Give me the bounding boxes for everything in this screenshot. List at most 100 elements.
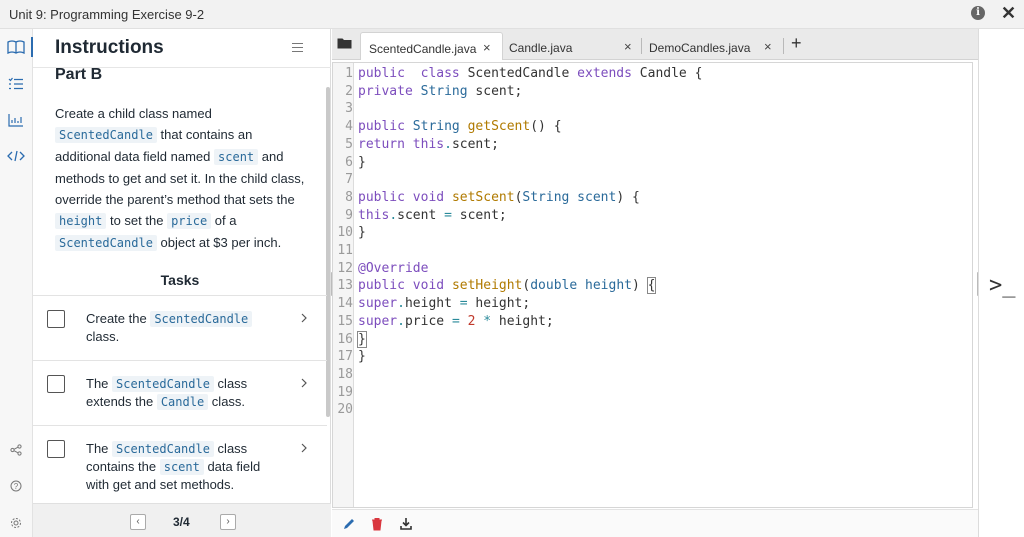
code-line[interactable]: } (358, 348, 366, 366)
code-token: } (358, 225, 366, 241)
tab-scentedcandle[interactable]: ScentedCandle.java × (360, 32, 503, 60)
inline-code: Candle (156, 394, 209, 410)
line-number: 3 (345, 101, 353, 117)
close-tab-icon[interactable]: × (764, 39, 772, 54)
console-panel: >_ (978, 29, 1024, 537)
task-checkbox[interactable] (47, 310, 65, 328)
checklist-icon[interactable] (7, 75, 25, 93)
code-line[interactable]: public void setScent(String scent) { (358, 189, 640, 207)
code-token: class (420, 66, 460, 81)
code-line[interactable]: } (358, 224, 366, 242)
inline-code: scent (214, 149, 259, 165)
line-number: 11 (337, 243, 353, 258)
task-checkbox[interactable] (47, 440, 65, 458)
line-number-gutter: 1 2 3 4 5 6 7 8 9 10 11 12 13 14 15 16 17 18 19 20 (333, 63, 354, 507)
text-run: The (86, 376, 113, 391)
inline-code: ScentedCandle (55, 127, 157, 143)
chevron-right-icon[interactable] (299, 313, 309, 323)
code-token: public (358, 119, 405, 135)
inline-code: ScentedCandle (150, 311, 253, 327)
task-checkbox[interactable] (47, 375, 65, 393)
line-number: 17 (337, 349, 353, 365)
window-title: Unit 9: Programming Exercise 9-2 (9, 7, 205, 22)
code-line[interactable]: public void setHeight(double height) { (358, 277, 657, 295)
task-item[interactable]: The ScentedCandle class contains the sce… (33, 425, 327, 503)
code-token: double (530, 278, 578, 294)
code-token: void (404, 278, 445, 294)
code-token: super (358, 313, 398, 329)
editor-toolbar (332, 509, 978, 537)
code-token: getScent (467, 119, 531, 135)
code-token: scent; (467, 83, 523, 99)
code-token: } (358, 349, 366, 365)
line-number: 20 (337, 402, 353, 418)
code-token: void (404, 189, 445, 205)
page-indicator: 3/4 (173, 515, 190, 529)
folder-icon[interactable] (337, 37, 352, 49)
chart-icon[interactable] (7, 111, 25, 129)
tab-democandles[interactable]: DemoCandles.java × (641, 32, 784, 60)
info-icon[interactable]: i (971, 6, 985, 20)
text-run: class. (86, 329, 120, 344)
code-token: extends (577, 66, 632, 81)
next-page-button[interactable]: › (220, 514, 236, 530)
code-line[interactable]: } (358, 154, 366, 172)
inline-code: ScentedCandle (112, 376, 214, 392)
line-number: 5 (345, 136, 353, 152)
code-editor[interactable]: 1 2 3 4 5 6 7 8 9 10 11 12 13 14 15 16 17 18 19 20 public c… (332, 62, 973, 508)
code-token: super (358, 296, 398, 312)
line-number: 6 (345, 154, 353, 170)
pencil-icon[interactable] (342, 517, 356, 531)
code-line[interactable]: @Override (358, 260, 428, 278)
instructions-text: Create a child class named ScentedCandle… (55, 103, 305, 254)
code-line[interactable]: public String getScent() { (358, 118, 562, 136)
prev-page-button[interactable]: ‹ (130, 514, 146, 530)
trash-icon[interactable] (370, 517, 384, 531)
tab-bar: ScentedCandle.java × Candle.java × DemoC… (332, 29, 978, 60)
code-token: * (483, 313, 492, 329)
code-line[interactable]: private String scent; (358, 83, 522, 101)
code-line[interactable]: this.scent = scent; (358, 207, 507, 225)
code-icon[interactable] (7, 147, 25, 165)
text-run: object at $3 per inch. (156, 235, 282, 250)
download-icon[interactable] (399, 517, 413, 531)
line-number: 1 (345, 66, 353, 81)
book-icon[interactable] (7, 38, 25, 56)
tab-label: Candle.java (509, 41, 573, 55)
left-rail: ? (0, 29, 33, 537)
code-token: price (404, 313, 452, 329)
close-tab-icon[interactable]: × (624, 39, 632, 54)
code-line[interactable]: super.height = height; (358, 295, 530, 313)
hamburger-menu-icon[interactable] (292, 43, 303, 52)
code-token: public (358, 66, 405, 81)
chevron-right-icon[interactable] (299, 443, 309, 453)
settings-icon[interactable] (7, 514, 25, 532)
code-line[interactable]: return this.scent; (358, 136, 499, 154)
instructions-panel: Instructions Part B Create a child class… (33, 29, 331, 537)
code-line[interactable]: } (357, 330, 367, 349)
console-prompt-icon[interactable]: >_ (989, 273, 1016, 298)
title-bar: Unit 9: Programming Exercise 9-2 i ✕ (0, 0, 1024, 29)
close-icon[interactable]: ✕ (1001, 3, 1016, 24)
code-line[interactable]: super.price = 2 * height; (358, 313, 554, 331)
line-number: 8 (345, 189, 353, 205)
task-text: The ScentedCandle class contains the sce… (86, 440, 276, 494)
tab-candle[interactable]: Candle.java × (501, 32, 642, 60)
share-icon[interactable] (7, 441, 25, 459)
close-tab-icon[interactable]: × (483, 40, 491, 55)
line-number: 13 (337, 278, 353, 294)
code-line[interactable]: public class ScentedCandle extends Candl… (358, 65, 702, 83)
task-item[interactable]: The ScentedCandle class extends the Cand… (33, 360, 327, 425)
line-number: 16 (337, 331, 353, 347)
chevron-right-icon[interactable] (299, 378, 309, 388)
help-icon[interactable]: ? (7, 477, 25, 495)
line-number: 7 (345, 172, 353, 188)
add-tab-icon[interactable]: + (791, 33, 802, 54)
tab-label: ScentedCandle.java (369, 42, 477, 56)
code-token: scent; (451, 207, 507, 223)
task-item[interactable]: Create the ScentedCandle class. (33, 295, 327, 360)
text-run: Create a child class named (55, 106, 212, 121)
code-token: String (522, 189, 570, 205)
